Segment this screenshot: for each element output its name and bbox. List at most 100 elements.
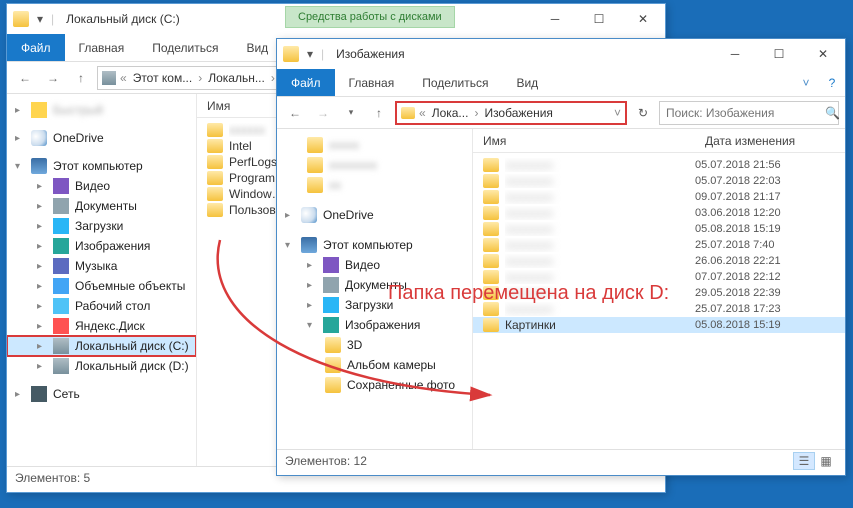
column-date[interactable]: Дата изменения [705,134,845,148]
sidebar-yadisk[interactable]: ▸Яндекс.Диск [7,316,196,336]
sidebar-images[interactable]: ▾Изображения [277,315,472,335]
sidebar-disk-d[interactable]: ▸Локальный диск (D:) [7,356,196,376]
sidebar-music[interactable]: ▸Музыка [7,256,196,276]
file-date: 09.07.2018 21:17 [695,191,835,203]
forward-button[interactable]: → [41,66,65,90]
view-icons-button[interactable]: ▦ [815,452,837,470]
address-bar[interactable]: « Лока... › Изобажения ˅ [395,101,627,125]
minimize-button[interactable]: ─ [533,5,577,33]
back-button[interactable]: ← [13,66,37,90]
sidebar-images[interactable]: ▸Изображения [7,236,196,256]
up-button[interactable]: ↑ [69,66,93,90]
sidebar-saved[interactable]: Сохраненные фото [277,375,472,395]
list-item[interactable]: xxxxxxxx05.07.2018 22:03 [473,173,845,189]
sidebar-desktop[interactable]: ▸Рабочий стол [7,296,196,316]
sidebar-3d[interactable]: ▸Объемные объекты [7,276,196,296]
maximize-button[interactable]: ☐ [757,40,801,68]
list-item[interactable]: xxxxxxxx05.08.2018 15:19 [473,221,845,237]
folder-icon [283,46,299,62]
tab-share[interactable]: Поделиться [408,69,502,96]
close-button[interactable]: ✕ [621,5,665,33]
file-name: xxxxxxxx [505,190,689,204]
list-item[interactable]: xxxxxxxx 25.07.2018 17:23 [473,301,845,317]
content: Имя Дата изменения xxxxxxxx05.07.2018 21… [473,129,845,449]
sidebar-downloads[interactable]: ▸Загрузки [277,295,472,315]
window-title: Изобажения [336,47,404,61]
help-button[interactable]: ? [819,69,845,96]
list-item[interactable]: xxxxxxxx25.07.2018 7:40 [473,237,845,253]
file-name: xxxxxxxx [505,302,689,316]
list-item[interactable]: xxxxxxxx 09.07.2018 21:17 [473,189,845,205]
maximize-button[interactable]: ☐ [577,5,621,33]
tab-share[interactable]: Поделиться [138,34,232,61]
tab-view[interactable]: Вид [502,69,552,96]
forward-button[interactable]: → [311,101,335,125]
view-details-button[interactable]: ☰ [793,452,815,470]
sidebar-item[interactable]: xx [277,175,472,195]
breadcrumb[interactable]: Этот ком... [131,71,195,85]
recent-button[interactable]: ▾ [339,101,363,125]
folder-icon [483,190,499,204]
list-item[interactable]: xxxxxxxx07.07.2018 22:12 [473,269,845,285]
sidebar-pc[interactable]: ▾Этот компьютер [7,156,196,176]
qat-button[interactable]: ▾ [303,47,317,61]
sidebar-disk-c[interactable]: ▸Локальный диск (C:) [7,336,196,356]
tab-file[interactable]: Файл [277,69,335,96]
breadcrumb[interactable]: Изобажения [482,106,554,120]
tab-home[interactable]: Главная [335,69,409,96]
sidebar-docs[interactable]: ▸Документы [277,275,472,295]
list-item[interactable]: xxxxxxxx26.06.2018 22:21 [473,253,845,269]
sidebar-onedrive[interactable]: ▸OneDrive [7,128,196,148]
file-name: xxxxxxxx [505,222,689,236]
column-name[interactable]: Имя [483,134,705,148]
sidebar-network[interactable]: ▸Сеть [7,384,196,404]
file-name: xxxxxxxx [505,158,689,172]
sidebar-quick[interactable]: ▸Быстрый [7,100,196,120]
sidebar-pc[interactable]: ▾Этот компьютер [277,235,472,255]
list-item[interactable]: xxxxxxxx05.07.2018 21:56 [473,157,845,173]
tab-view[interactable]: Вид [232,34,282,61]
sidebar-item[interactable]: xxxxxxxx [277,155,472,175]
search-icon[interactable]: 🔍 [825,106,840,120]
refresh-button[interactable]: ↻ [631,101,655,125]
file-date: 25.07.2018 17:23 [695,303,835,315]
up-button[interactable]: ↑ [367,101,391,125]
sidebar: ▸Быстрый ▸OneDrive ▾Этот компьютер ▸Виде… [7,94,197,466]
close-button[interactable]: ✕ [801,40,845,68]
sidebar-onedrive[interactable]: ▸OneDrive [277,205,472,225]
back-button[interactable]: ← [283,101,307,125]
file-list[interactable]: xxxxxxxx05.07.2018 21:56xxxxxxxx05.07.20… [473,153,845,449]
sidebar-album[interactable]: Альбом камеры [277,355,472,375]
qat-button[interactable]: ▾ [33,12,47,26]
column-header[interactable]: Имя Дата изменения [473,129,845,153]
file-name: xxxxxxxx [505,286,689,300]
sidebar-downloads[interactable]: ▸Загрузки [7,216,196,236]
list-item[interactable]: Картинки 05.08.2018 15:19 [473,317,845,333]
file-name: xxxxxxxx [505,254,689,268]
sidebar-item[interactable]: xxxxx [277,135,472,155]
sidebar-video[interactable]: ▸Видео [277,255,472,275]
tab-file[interactable]: Файл [7,34,65,61]
file-name: Картинки [505,318,689,332]
search-input[interactable] [666,106,821,120]
sidebar-video[interactable]: ▸Видео [7,176,196,196]
list-item[interactable]: xxxxxxxx 03.06.2018 12:20 [473,205,845,221]
folder-icon [483,302,499,316]
file-name: xxxxxxxx [505,206,689,220]
file-name: xxxxxxxx [505,174,689,188]
breadcrumb[interactable]: Лока... [430,106,471,120]
breadcrumb[interactable]: Локальн... [206,71,267,85]
file-date: 29.05.2018 22:39 [695,287,835,299]
file-date: 05.08.2018 15:19 [695,319,835,331]
ribbon-expand-button[interactable]: ˅ [793,69,819,96]
dropdown-icon[interactable]: ˅ [614,106,621,120]
list-item[interactable]: xxxxxxxx 29.05.2018 22:39 [473,285,845,301]
sidebar-3d[interactable]: 3D [277,335,472,355]
file-date: 03.06.2018 12:20 [695,207,835,219]
titlebar[interactable]: ▾ | Изобажения ─ ☐ ✕ [277,39,845,69]
sidebar-docs[interactable]: ▸Документы [7,196,196,216]
search-box[interactable]: 🔍 [659,101,839,125]
minimize-button[interactable]: ─ [713,40,757,68]
drive-tools-tab[interactable]: Средства работы с дисками [285,6,455,28]
tab-home[interactable]: Главная [65,34,139,61]
